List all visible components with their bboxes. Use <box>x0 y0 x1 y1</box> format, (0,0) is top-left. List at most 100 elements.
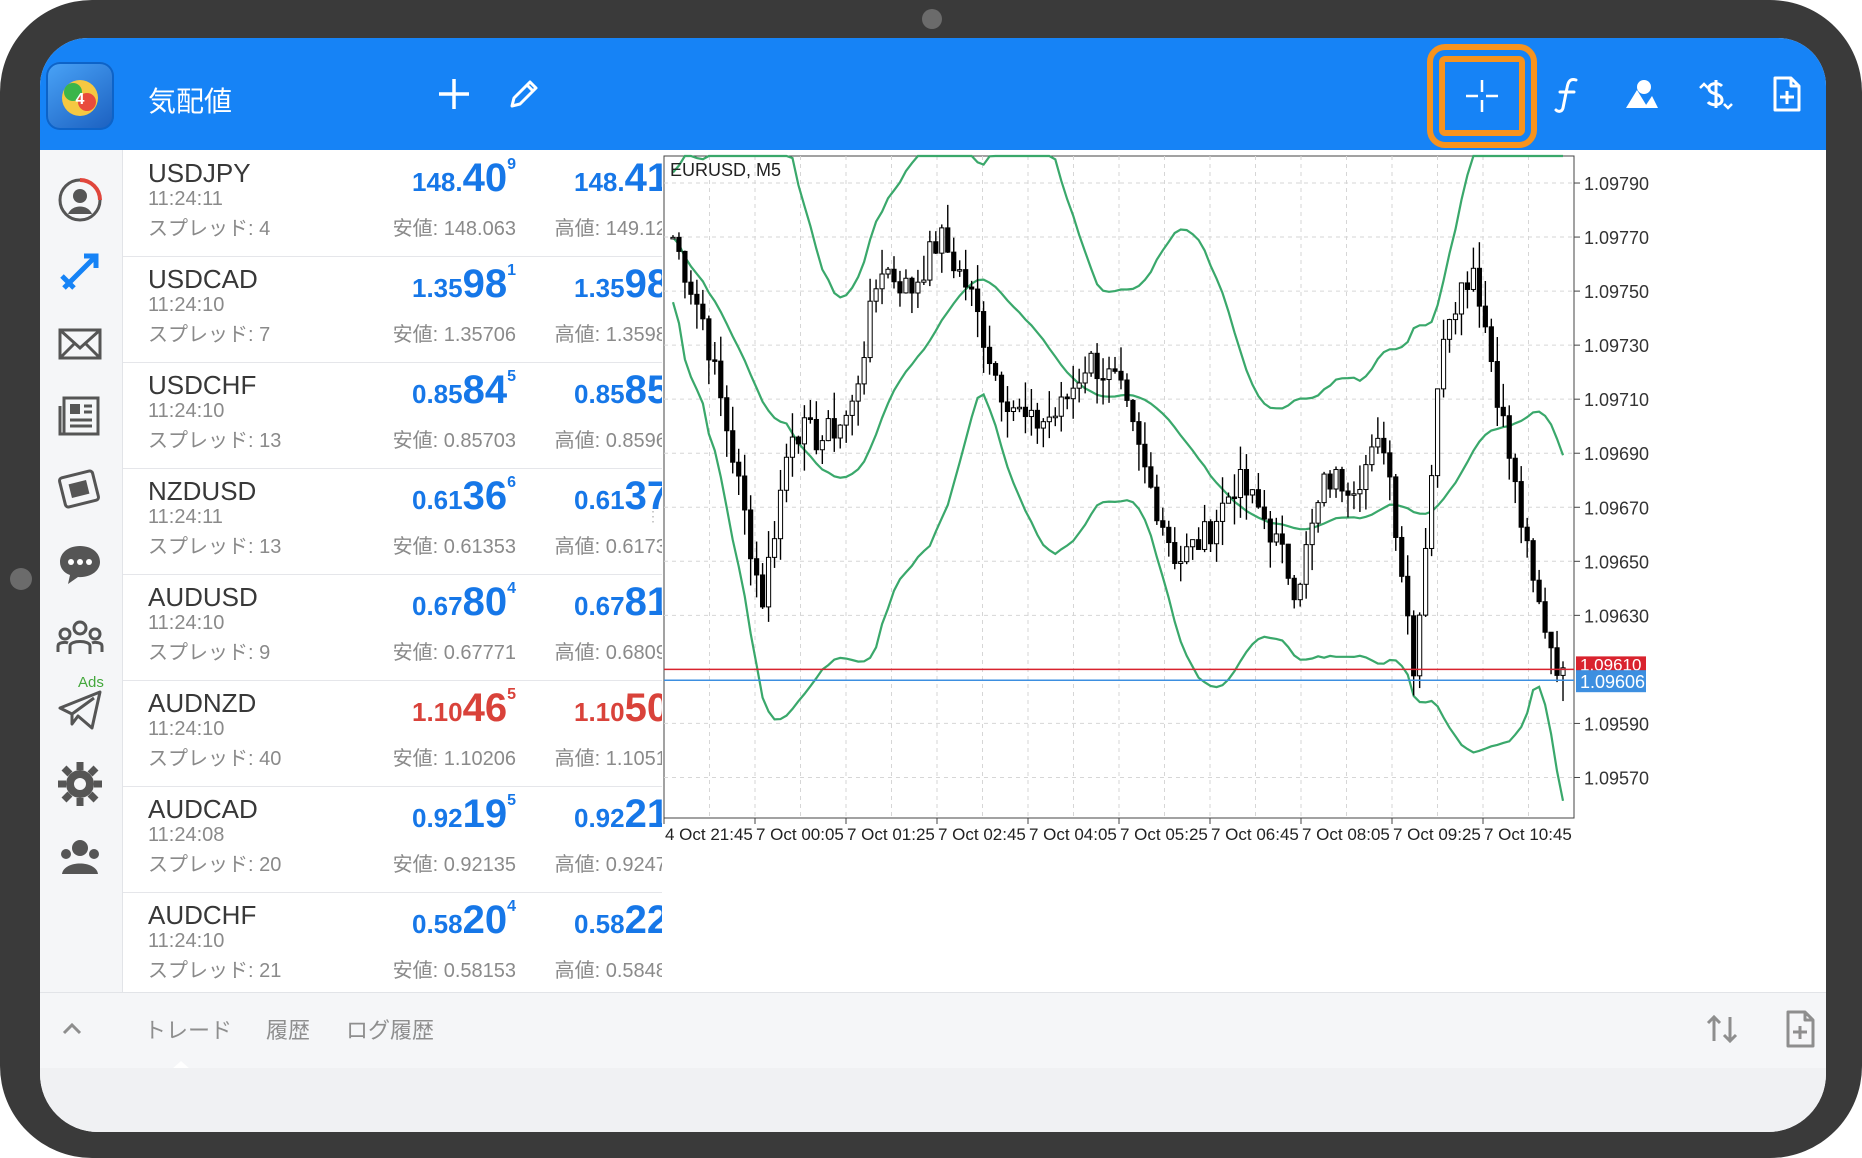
left-nav-rail: Ads <box>40 150 123 992</box>
new-order-button[interactable] <box>1694 74 1734 114</box>
y-tick-label: 1.09750 <box>1584 282 1649 302</box>
quote-symbol: USDCAD <box>148 264 258 294</box>
candle-body <box>1088 352 1094 374</box>
candle-body <box>1148 466 1154 488</box>
price-chart[interactable]: 1.09790 1.09770 1.09750 1.09730 1.09710 1.096… <box>662 150 1826 992</box>
candle-body <box>1518 481 1524 528</box>
quote-spread: スプレッド: 13 <box>148 430 282 452</box>
front-camera <box>922 9 942 29</box>
nav-news[interactable] <box>54 390 106 442</box>
candle-body <box>837 424 843 439</box>
nav-settings[interactable] <box>54 758 106 810</box>
nav-charts[interactable] <box>54 246 106 298</box>
quote-row[interactable]: NZDUSD11:24:11スプレッド: 130.613660.61379安値:… <box>123 468 701 575</box>
edit-symbols-button[interactable] <box>504 74 544 114</box>
chart-area[interactable]: 1.09790 1.09770 1.09750 1.09730 1.09710 1.096… <box>662 150 1826 992</box>
quote-low: 安値: 1.35706 <box>392 324 516 346</box>
candle-body <box>1506 415 1512 459</box>
y-tick-label: 1.09790 <box>1584 174 1649 194</box>
function-icon <box>1554 78 1578 113</box>
candle-body <box>1225 496 1232 504</box>
objects-icon <box>1626 80 1658 108</box>
nav-quotes[interactable] <box>54 174 106 226</box>
nav-traders[interactable] <box>54 830 106 882</box>
add-symbol-button[interactable] <box>434 74 474 114</box>
quote-row[interactable]: AUDUSD11:24:10スプレッド: 90.678040.67813安値: … <box>123 574 701 681</box>
candle-body <box>1440 338 1447 390</box>
candle-body <box>1536 579 1542 603</box>
ask-price: 1.10505 <box>478 686 678 731</box>
candle-body <box>1530 540 1536 581</box>
candle-body <box>1279 533 1285 545</box>
crosshair-button[interactable] <box>1427 44 1537 148</box>
candle-body <box>1010 407 1017 412</box>
candle-body <box>1190 539 1196 548</box>
candle-body <box>1160 520 1166 528</box>
candle-body <box>1446 319 1453 340</box>
ask-price: 0.67813 <box>478 580 678 625</box>
ask-price: 0.58225 <box>478 898 678 943</box>
candle-body <box>1196 539 1202 550</box>
ask-price: 1.35988 <box>478 262 678 307</box>
new-document-button[interactable] <box>1766 74 1806 114</box>
y-tick-label: 1.09770 <box>1584 228 1649 248</box>
candle-body <box>1136 421 1142 445</box>
bid-price-prefix: 0.61 <box>411 485 463 515</box>
candle-body <box>957 269 963 272</box>
bottom-strip <box>40 1068 1826 1132</box>
resize-handle[interactable]: ⋮⋮ <box>646 508 674 528</box>
quote-row[interactable]: USDJPY11:24:11スプレッド: 4148.409148.413安値: … <box>123 150 701 257</box>
news-icon <box>58 396 100 436</box>
nav-telegram[interactable] <box>54 684 106 736</box>
sort-button[interactable] <box>1700 1007 1744 1051</box>
candle-body <box>1470 267 1477 290</box>
quote-row[interactable]: AUDCAD11:24:08スプレッド: 200.921950.92215安値:… <box>123 786 701 893</box>
x-tick-label: 7 Oct 08:05 <box>1302 825 1390 844</box>
objects-button[interactable] <box>1620 74 1660 114</box>
candle-body <box>939 227 945 254</box>
quote-spread: スプレッド: 40 <box>148 748 282 770</box>
mail-icon <box>58 328 102 360</box>
candle-body <box>730 430 736 463</box>
toolbox-new-document-button[interactable] <box>1778 1007 1822 1051</box>
x-tick-label: 7 Oct 09:25 <box>1393 825 1481 844</box>
bid-price-label: 1.09606 <box>1580 672 1645 692</box>
tab-trade[interactable]: トレード <box>144 1013 232 1045</box>
quote-row[interactable]: USDCHF11:24:10スプレッド: 130.858450.85858安値:… <box>123 362 701 469</box>
mt4-logo-icon[interactable]: 4 <box>46 62 114 130</box>
quote-row[interactable]: USDCAD11:24:10スプレッド: 71.359811.35988安値: … <box>123 256 701 363</box>
candle-body <box>1476 267 1482 307</box>
nav-ads[interactable] <box>54 462 106 514</box>
nav-mailbox[interactable] <box>54 318 106 370</box>
new-document-icon <box>1786 1010 1815 1048</box>
candle-body <box>1494 361 1500 408</box>
candle-body <box>1297 583 1303 601</box>
nav-community[interactable] <box>54 612 106 664</box>
nav-chat[interactable] <box>54 538 106 590</box>
candle-body <box>724 397 730 432</box>
candle-body <box>1052 415 1058 419</box>
quote-symbol: AUDCAD <box>148 794 258 824</box>
quote-row[interactable]: AUDNZD11:24:10スプレッド: 401.104651.10505安値:… <box>123 680 701 787</box>
expand-toolbox-button[interactable] <box>50 1007 94 1051</box>
candle-body <box>992 363 999 376</box>
candle-body <box>1554 647 1560 676</box>
candle-body <box>969 286 975 290</box>
y-tick-label: 1.09590 <box>1584 714 1649 734</box>
candle-body <box>867 300 873 359</box>
quote-row[interactable]: AUDCHF11:24:10スプレッド: 210.582040.58225安値:… <box>123 892 701 992</box>
quote-high: 高値: 0.58480 <box>554 960 678 982</box>
candle-body <box>1058 396 1064 417</box>
candle-body <box>1548 631 1554 649</box>
quote-high: 高値: 0.61730 <box>554 536 678 558</box>
tab-journal[interactable]: ログ履歴 <box>346 1013 434 1045</box>
candle-body <box>843 414 849 426</box>
quote-time: 11:24:08 <box>148 824 225 846</box>
candle-body <box>1040 421 1046 429</box>
tab-history[interactable]: 履歴 <box>266 1013 310 1045</box>
quote-high: 高値: 149.123 <box>554 218 678 240</box>
candle-body <box>1046 416 1052 423</box>
sort-icon <box>1706 1014 1738 1044</box>
candle-body <box>1094 352 1100 380</box>
indicators-button[interactable] <box>1548 74 1588 114</box>
